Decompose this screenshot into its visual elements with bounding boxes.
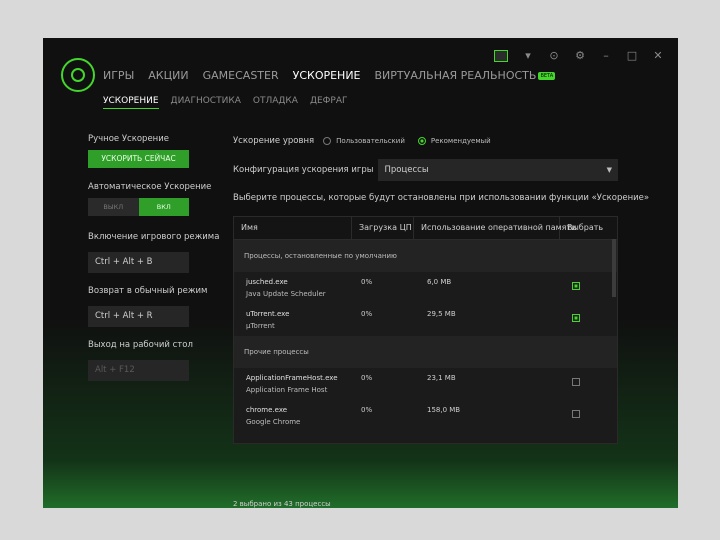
process-memory: 158,0 MB xyxy=(427,406,461,414)
config-row: Конфигурация ускорения игры Процессы ▼ xyxy=(233,158,618,182)
subtab-diagnostics[interactable]: ДИАГНОСТИКА xyxy=(171,96,241,109)
process-name: chrome.exe xyxy=(246,406,288,414)
desktop-exit-label: Выход на рабочий стол xyxy=(88,340,193,350)
process-memory: 29,5 MB xyxy=(427,310,456,318)
tab-gamecaster[interactable]: GAMECASTER xyxy=(203,69,279,82)
app-window: ИГРЫ АКЦИИ GAMECASTER УСКОРЕНИЕ ВИРТУАЛЬ… xyxy=(43,38,678,508)
selection-count: 2 выбрано из 43 процессы xyxy=(233,500,331,508)
column-cpu[interactable]: Загрузка ЦП xyxy=(352,217,414,239)
gear-icon[interactable]: ⚙ xyxy=(574,50,586,62)
config-select-value: Процессы xyxy=(384,165,429,175)
normal-mode-label: Возврат в обычный режим xyxy=(88,286,208,296)
process-checkbox[interactable] xyxy=(572,378,580,386)
process-memory: 6,0 MB xyxy=(427,278,452,286)
boost-level-label: Ускорение уровня xyxy=(233,136,315,146)
minimize-icon[interactable]: – xyxy=(600,50,612,62)
chevron-down-icon: ▼ xyxy=(606,166,612,174)
beta-badge: BETA xyxy=(538,72,556,80)
process-name: uTorrent.exe xyxy=(246,310,290,318)
game-mode-label: Включение игрового режима xyxy=(88,232,220,242)
sub-navigation: УСКОРЕНИЕ ДИАГНОСТИКА ОТЛАДКА ДЕФРАГ xyxy=(103,96,348,109)
process-checkbox[interactable] xyxy=(572,410,580,418)
table-row[interactable]: chrome.exe Google Chrome 0% 158,0 MB xyxy=(234,400,617,432)
table-scrollbar[interactable] xyxy=(612,239,616,297)
left-panel: Ручное Ускорение УСКОРИТЬ СЕЙЧАС Автомат… xyxy=(88,134,238,381)
subtab-boost[interactable]: УСКОРЕНИЕ xyxy=(103,96,159,109)
radio-recommended-label[interactable]: Рекомендуемый xyxy=(431,137,491,145)
tab-games[interactable]: ИГРЫ xyxy=(103,69,134,82)
normal-mode-hotkey-input[interactable]: Ctrl + Alt + R xyxy=(88,306,189,327)
process-cpu: 0% xyxy=(361,374,373,382)
manual-boost-label: Ручное Ускорение xyxy=(88,134,169,144)
window-controls: ▾ ⊙ ⚙ – □ ✕ xyxy=(494,50,664,62)
process-table: Имя Загрузка ЦП Использование оперативно… xyxy=(233,216,618,444)
table-header: Имя Загрузка ЦП Использование оперативно… xyxy=(234,217,617,240)
process-description: Google Chrome xyxy=(246,418,301,426)
auto-boost-toggle[interactable]: ВЫКЛ ВКЛ xyxy=(88,198,189,216)
process-checkbox[interactable] xyxy=(572,314,580,322)
process-cpu: 0% xyxy=(361,406,373,414)
avatar-icon[interactable] xyxy=(494,50,508,62)
process-description: µTorrent xyxy=(246,322,275,330)
config-label: Конфигурация ускорения игры xyxy=(233,165,374,175)
desktop-exit-hotkey-input[interactable]: Alt + F12 xyxy=(88,360,189,381)
table-row[interactable]: jusched.exe Java Update Scheduler 0% 6,0… xyxy=(234,272,617,304)
column-memory[interactable]: Использование оперативной памяти xyxy=(414,217,576,239)
process-hint: Выберите процессы, которые будут останов… xyxy=(233,193,650,203)
config-select[interactable]: Процессы ▼ xyxy=(378,159,618,181)
process-name: jusched.exe xyxy=(246,278,288,286)
auto-boost-label: Автоматическое Ускорение xyxy=(88,182,212,192)
process-description: Application Frame Host xyxy=(246,386,328,394)
process-description: Java Update Scheduler xyxy=(246,290,326,298)
close-icon[interactable]: ✕ xyxy=(652,50,664,62)
process-cpu: 0% xyxy=(361,278,373,286)
tab-vr-label: ВИРТУАЛЬНАЯ РЕАЛЬНОСТЬ xyxy=(374,69,537,82)
radio-custom-label[interactable]: Пользовательский xyxy=(336,137,405,145)
razer-logo-icon[interactable] xyxy=(61,58,95,92)
top-navigation: ИГРЫ АКЦИИ GAMECASTER УСКОРЕНИЕ ВИРТУАЛЬ… xyxy=(103,69,556,82)
toggle-off-option[interactable]: ВЫКЛ xyxy=(88,198,139,216)
game-mode-hotkey-input[interactable]: Ctrl + Alt + B xyxy=(88,252,189,273)
section-other-processes: Прочие процессы xyxy=(234,336,617,368)
help-icon[interactable]: ⊙ xyxy=(548,50,560,62)
boost-level-row: Ускорение уровня Пользовательский Рекоме… xyxy=(233,134,618,148)
tab-deals[interactable]: АКЦИИ xyxy=(148,69,188,82)
toggle-on-option[interactable]: ВКЛ xyxy=(138,198,189,216)
maximize-icon[interactable]: □ xyxy=(626,50,638,62)
table-row[interactable]: uTorrent.exe µTorrent 0% 29,5 MB xyxy=(234,304,617,336)
section-default-processes: Процессы, остановленные по умолчанию xyxy=(234,240,617,272)
right-panel: Ускорение уровня Пользовательский Рекоме… xyxy=(233,134,650,508)
chevron-down-icon[interactable]: ▾ xyxy=(522,50,534,62)
table-row[interactable]: ApplicationFrameHost.exe Application Fra… xyxy=(234,368,617,400)
column-name[interactable]: Имя xyxy=(234,217,352,239)
radio-custom[interactable] xyxy=(323,137,332,145)
tab-boost[interactable]: УСКОРЕНИЕ xyxy=(293,69,361,82)
process-cpu: 0% xyxy=(361,310,373,318)
subtab-defrag[interactable]: ДЕФРАГ xyxy=(310,96,348,109)
process-memory: 23,1 MB xyxy=(427,374,456,382)
tab-vr[interactable]: ВИРТУАЛЬНАЯ РЕАЛЬНОСТЬ BETA xyxy=(375,69,556,82)
process-name: ApplicationFrameHost.exe xyxy=(246,374,338,382)
radio-recommended[interactable] xyxy=(417,137,426,145)
boost-now-button[interactable]: УСКОРИТЬ СЕЙЧАС xyxy=(88,150,189,168)
column-select[interactable]: Выбрать xyxy=(560,217,617,239)
process-checkbox[interactable] xyxy=(572,282,580,290)
subtab-debug[interactable]: ОТЛАДКА xyxy=(253,96,298,109)
